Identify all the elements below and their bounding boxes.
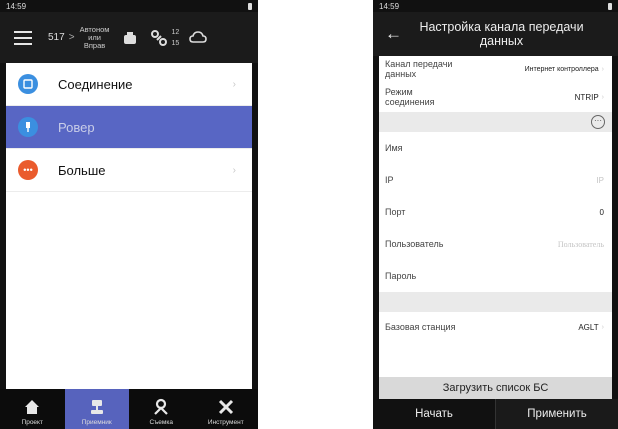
solution-mode: Автоном или Вправ bbox=[79, 24, 110, 50]
field-label: Канал передачи данных bbox=[385, 59, 453, 79]
status-bar: 14:59 bbox=[373, 0, 618, 12]
satellite-counts: 12 15 bbox=[172, 27, 180, 49]
separator: > bbox=[68, 32, 75, 43]
user-input[interactable]: Пользователь bbox=[457, 240, 604, 249]
menu-item-label: Больше bbox=[58, 162, 106, 178]
row-port[interactable]: Порт 0 bbox=[379, 196, 612, 228]
battery-icon bbox=[248, 2, 252, 10]
chevron-right-icon: › bbox=[601, 323, 604, 331]
row-ip[interactable]: IP IP bbox=[379, 164, 612, 196]
nav-label: Проект bbox=[21, 419, 43, 426]
tools-icon bbox=[217, 398, 235, 416]
satellite-icon[interactable] bbox=[149, 28, 169, 48]
row-data-channel[interactable]: Канал передачи данных Интернет контролле… bbox=[379, 56, 612, 82]
menu-item-connection[interactable]: Соединение › bbox=[6, 63, 252, 106]
field-label: Пароль bbox=[385, 271, 417, 281]
survey-icon bbox=[152, 398, 170, 416]
nav-label: Приемник bbox=[81, 419, 112, 426]
chevron-right-icon: › bbox=[601, 65, 604, 73]
settings-header: ← Настройка канала передачи данных bbox=[373, 12, 618, 56]
row-base-station[interactable]: Базовая станция AGLT › bbox=[379, 312, 612, 342]
field-label: Порт bbox=[385, 207, 406, 217]
app-header: 517 > Автоном или Вправ 12 15 bbox=[0, 12, 258, 63]
base-station-value: AGLT bbox=[578, 322, 599, 332]
field-label: Пользователь bbox=[385, 239, 444, 249]
bottom-actions: Начать Применить bbox=[373, 399, 618, 429]
row-name[interactable]: Имя bbox=[379, 132, 612, 164]
status-time: 14:59 bbox=[379, 1, 400, 11]
settings-form: Канал передачи данных Интернет контролле… bbox=[379, 56, 612, 399]
menu-item-rover[interactable]: Ровер bbox=[6, 106, 252, 149]
port-input[interactable]: 0 bbox=[457, 208, 604, 217]
start-button[interactable]: Начать bbox=[373, 399, 496, 429]
nav-tab-survey[interactable]: Съемка bbox=[129, 389, 194, 429]
load-base-list-button[interactable]: Загрузить список БС bbox=[379, 377, 612, 399]
count-bottom: 15 bbox=[171, 39, 180, 47]
connection-icon bbox=[18, 74, 38, 94]
rover-icon bbox=[18, 117, 38, 137]
more-options-icon[interactable]: ··· bbox=[591, 115, 605, 129]
field-label: Базовая станция bbox=[385, 322, 456, 332]
chevron-right-icon: › bbox=[601, 93, 604, 101]
nav-tab-tools[interactable]: Инструмент bbox=[194, 389, 259, 429]
menu-item-label: Соединение bbox=[58, 76, 133, 92]
main-menu-list: Соединение › Ровер ••• Больше › bbox=[6, 63, 252, 389]
status-time: 14:59 bbox=[6, 1, 27, 11]
apply-button[interactable]: Применить bbox=[496, 399, 618, 429]
ip-input[interactable]: IP bbox=[457, 176, 604, 185]
saved-servers-band: ··· bbox=[379, 112, 612, 132]
right-phone-screen: 14:59 ← Настройка канала передачи данных… bbox=[373, 0, 618, 429]
menu-item-more[interactable]: ••• Больше › bbox=[6, 149, 252, 192]
base-station-band bbox=[379, 292, 612, 312]
row-password[interactable]: Пароль bbox=[379, 260, 612, 292]
row-connection-mode[interactable]: Режим соединения NTRIP › bbox=[379, 82, 612, 112]
count-top: 12 bbox=[171, 28, 180, 36]
nav-label: Съемка bbox=[149, 419, 173, 426]
data-channel-value: Интернет контроллера bbox=[524, 65, 599, 73]
nav-tab-project[interactable]: Проект bbox=[0, 389, 65, 429]
cloud-icon[interactable] bbox=[188, 28, 208, 48]
page-title: Настройка канала передачи данных bbox=[419, 20, 584, 48]
left-phone-screen: 14:59 517 > Автоном или Вправ 12 15 Соед… bbox=[0, 0, 258, 429]
field-label: IP bbox=[385, 175, 394, 185]
home-icon bbox=[23, 398, 41, 416]
receiver-status-icon[interactable] bbox=[120, 28, 140, 48]
bottom-navigation: Проект Приемник Съемка Инструмент bbox=[0, 389, 258, 429]
back-arrow-icon[interactable]: ← bbox=[385, 24, 405, 44]
satellite-count: 517 bbox=[48, 32, 65, 43]
nav-tab-receiver[interactable]: Приемник bbox=[64, 389, 129, 429]
more-icon: ••• bbox=[18, 160, 38, 180]
connection-mode-value: NTRIP bbox=[574, 92, 599, 102]
hamburger-menu-icon[interactable] bbox=[14, 27, 32, 49]
battery-icon bbox=[608, 2, 612, 10]
row-user[interactable]: Пользователь Пользователь bbox=[379, 228, 612, 260]
field-label: Имя bbox=[385, 143, 403, 153]
chevron-right-icon: › bbox=[232, 164, 236, 176]
field-label: Режим соединения bbox=[385, 87, 435, 107]
receiver-icon bbox=[88, 398, 106, 416]
chevron-right-icon: › bbox=[232, 78, 236, 90]
status-bar: 14:59 bbox=[0, 0, 258, 12]
menu-item-label: Ровер bbox=[58, 119, 95, 135]
nav-label: Инструмент bbox=[207, 419, 244, 426]
